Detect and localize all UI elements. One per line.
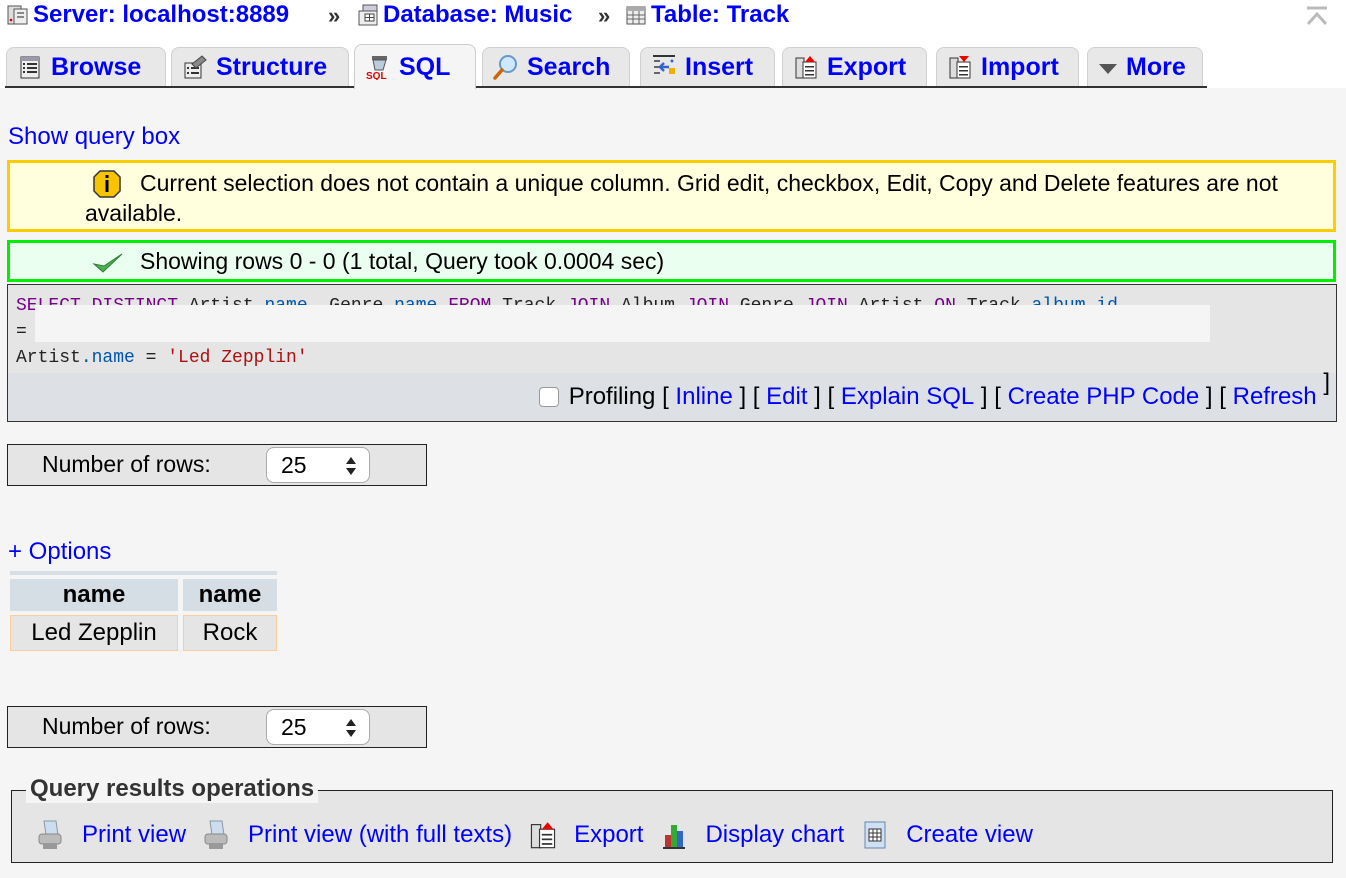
- edit-link[interactable]: Edit: [766, 383, 807, 411]
- tab-bar-divider: [5, 86, 1207, 88]
- column-header-artist-name[interactable]: name: [10, 579, 178, 611]
- profiling-label: Profiling: [568, 383, 656, 410]
- tab-sql[interactable]: SQL SQL: [354, 44, 476, 89]
- import-icon: [949, 56, 971, 79]
- printer-icon: [204, 820, 228, 849]
- rows-label: Number of rows:: [42, 451, 211, 477]
- insert-icon: [653, 55, 675, 74]
- breadcrumb-database[interactable]: Database: Music: [356, 1, 572, 29]
- print-view-full-texts-link[interactable]: Print view (with full texts): [248, 821, 512, 849]
- tab-browse[interactable]: Browse: [6, 47, 166, 86]
- database-icon: [358, 4, 378, 26]
- tab-structure[interactable]: Structure: [171, 47, 349, 86]
- results-table-top-bar: [10, 571, 277, 575]
- view-icon: [864, 821, 886, 849]
- breadcrumb-separator: »: [598, 3, 611, 28]
- options-link[interactable]: + Options: [8, 538, 111, 566]
- tab-search[interactable]: Search: [482, 47, 630, 86]
- rows-per-page-top: Number of rows: 25: [7, 444, 427, 486]
- export-link[interactable]: Export: [574, 821, 643, 849]
- refresh-link[interactable]: Refresh: [1233, 383, 1317, 411]
- query-results-operations-legend: Query results operations: [26, 775, 319, 803]
- stepper-arrows-icon: [346, 719, 356, 737]
- collapse-top-icon[interactable]: [1303, 4, 1331, 28]
- rows-per-page-bottom: Number of rows: 25: [7, 706, 427, 748]
- create-view-link[interactable]: Create view: [906, 821, 1033, 849]
- table-cell: Rock: [183, 615, 277, 651]
- structure-icon: [184, 55, 207, 79]
- search-icon: [493, 55, 517, 80]
- inline-link[interactable]: Inline: [675, 383, 732, 411]
- tab-export[interactable]: Export: [782, 47, 927, 86]
- print-view-link[interactable]: Print view: [82, 821, 186, 849]
- profiling-checkbox[interactable]: [538, 387, 559, 407]
- tab-more[interactable]: More: [1087, 47, 1203, 86]
- create-php-code-link[interactable]: Create PHP Code: [1008, 383, 1200, 411]
- breadcrumb-server[interactable]: Server: localhost:8889: [6, 1, 289, 29]
- svg-text:SQL: SQL: [366, 71, 387, 80]
- column-header-genre-name[interactable]: name: [183, 579, 277, 611]
- checkmark-icon: [92, 253, 123, 273]
- chart-icon: [663, 825, 686, 849]
- rows-select[interactable]: 25: [266, 447, 370, 483]
- redaction-overlay: [35, 305, 1210, 342]
- tab-import[interactable]: Import: [936, 47, 1079, 86]
- explain-sql-link[interactable]: Explain SQL: [841, 383, 974, 411]
- tab-insert[interactable]: Insert: [640, 47, 775, 86]
- triangle-down-icon: [1099, 64, 1117, 74]
- notice-text: Current selection does not contain a uni…: [85, 170, 1278, 226]
- stepper-arrows-icon: [346, 457, 356, 475]
- breadcrumb-table[interactable]: Table: Track: [624, 1, 789, 29]
- sql-icon: SQL: [366, 56, 387, 80]
- success-text: Showing rows 0 - 0 (1 total, Query took …: [140, 248, 665, 274]
- server-icon: [7, 5, 28, 25]
- sql-query-box: SELECT DISTINCT Artist.name, Genre.name …: [7, 284, 1337, 422]
- table-cell: Led Zepplin: [10, 615, 178, 651]
- show-query-box-link[interactable]: Show query box: [8, 123, 180, 151]
- rows-label: Number of rows:: [42, 713, 211, 739]
- export-icon: [795, 56, 817, 79]
- sql-actions-bar: Profiling [ Inline ] [ Edit ] [ Explain …: [8, 369, 1336, 421]
- table-icon: [626, 6, 646, 25]
- export-icon: [530, 822, 556, 849]
- notice-message: Current selection does not contain a uni…: [7, 160, 1336, 232]
- breadcrumb: Server: localhost:8889 » Database: Music…: [0, 0, 1346, 34]
- printer-icon: [38, 820, 62, 849]
- success-message: Showing rows 0 - 0 (1 total, Query took …: [7, 240, 1336, 282]
- breadcrumb-separator: »: [328, 3, 341, 28]
- browse-icon: [20, 56, 40, 79]
- rows-select[interactable]: 25: [266, 709, 370, 745]
- display-chart-link[interactable]: Display chart: [705, 821, 844, 849]
- info-icon: [93, 170, 121, 198]
